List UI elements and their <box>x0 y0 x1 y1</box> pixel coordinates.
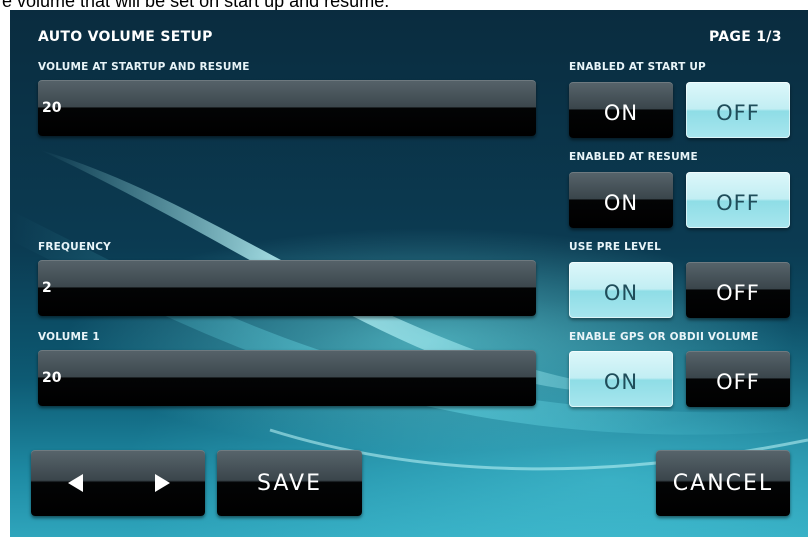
cancel-button[interactable]: CANCEL <box>656 450 790 516</box>
right-arrow-icon[interactable] <box>155 474 170 492</box>
gps-obdii-on-button[interactable]: ON <box>569 351 673 407</box>
pre-level-off-button[interactable]: OFF <box>686 262 790 318</box>
resume-toggle-label: ENABLED AT RESUME <box>569 151 698 163</box>
volume1-label: VOLUME 1 <box>38 331 100 343</box>
save-button[interactable]: SAVE <box>217 450 362 516</box>
startup-off-button[interactable]: OFF <box>686 82 790 138</box>
pre-level-on-button[interactable]: ON <box>569 262 673 318</box>
volume1-value: 20 <box>42 370 62 386</box>
auto-volume-panel: AUTO VOLUME SETUP PAGE 1/3 VOLUME AT STA… <box>10 10 808 537</box>
frequency-value: 2 <box>42 280 52 296</box>
startup-toggle-label: ENABLED AT START UP <box>569 61 706 73</box>
caption-text: e volume that will be set on start up an… <box>2 0 390 10</box>
page-nav-button[interactable] <box>31 450 205 516</box>
resume-off-button[interactable]: OFF <box>686 172 790 228</box>
page-title: AUTO VOLUME SETUP <box>38 29 213 45</box>
volume-startup-field[interactable]: 20 <box>38 80 536 136</box>
volume-startup-label: VOLUME AT STARTUP AND RESUME <box>38 61 250 73</box>
gps-obdii-toggle-label: ENABLE GPS OR OBDII VOLUME <box>569 331 759 343</box>
pre-level-toggle-label: USE PRE LEVEL <box>569 241 661 253</box>
left-arrow-icon[interactable] <box>68 474 83 492</box>
volume1-field[interactable]: 20 <box>38 350 536 406</box>
page-indicator: PAGE 1/3 <box>709 29 782 45</box>
resume-on-button[interactable]: ON <box>569 172 673 228</box>
frequency-field[interactable]: 2 <box>38 260 536 316</box>
startup-on-button[interactable]: ON <box>569 82 673 138</box>
frequency-label: FREQUENCY <box>38 241 111 253</box>
volume-startup-value: 20 <box>42 100 62 116</box>
gps-obdii-off-button[interactable]: OFF <box>686 351 790 407</box>
